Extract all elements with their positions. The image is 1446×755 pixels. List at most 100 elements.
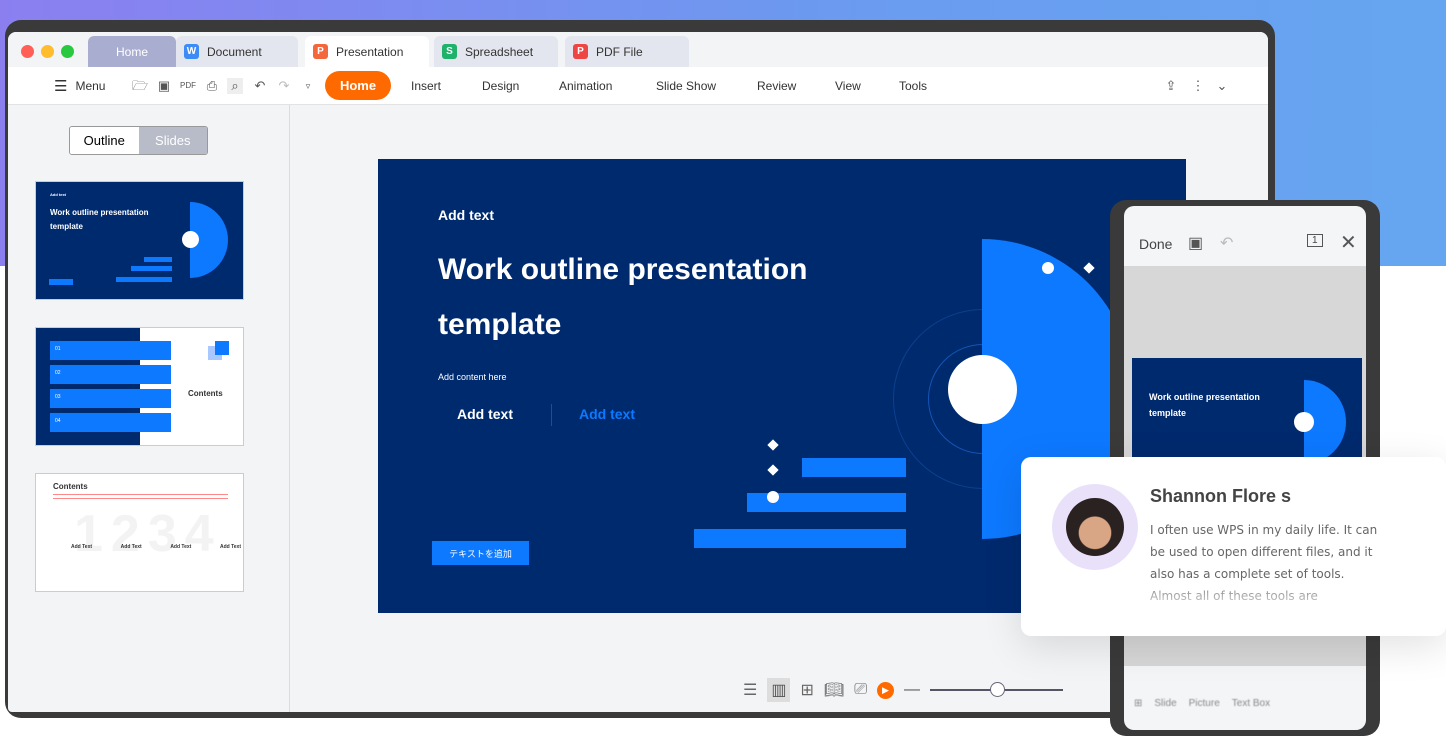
zoom-out-icon[interactable]: —: [904, 681, 920, 699]
status-bar: ☰ ▥ ⊞ 📖︎ ⎚ ▶ —: [743, 675, 1063, 705]
normal-view-icon[interactable]: ▥: [767, 678, 791, 702]
page-count-icon[interactable]: 1: [1307, 234, 1323, 247]
slide-title-line-1[interactable]: Work outline presentation: [438, 253, 807, 287]
thumb-row: 01: [50, 341, 171, 360]
thumb-item: Add Text: [120, 544, 142, 550]
zoom-slider-knob[interactable]: [989, 682, 1005, 697]
diamond: [767, 439, 779, 451]
more-dropdown-icon[interactable]: ▿: [300, 78, 316, 94]
done-button[interactable]: Done: [1139, 236, 1172, 252]
tab-label: Home: [115, 44, 148, 59]
text-box-tool[interactable]: Text Box: [1232, 698, 1270, 709]
reviewer-name: Shannon Flore s: [1150, 486, 1292, 506]
ribbon-tab-insert[interactable]: Insert: [411, 67, 441, 105]
collapse-ribbon-icon[interactable]: ⌄: [1214, 78, 1230, 94]
thumb-items: Add Text Add Text Add Text Add Text: [71, 544, 241, 550]
review-text: I often use WPS in my daily life. It can…: [1150, 523, 1378, 603]
thumb-bar: [131, 266, 172, 271]
redo-icon[interactable]: ↷: [276, 78, 292, 94]
menu-button[interactable]: ☰ Menu: [54, 67, 105, 105]
thumb-title-line: Work outline presentation: [50, 208, 149, 217]
bar: [802, 458, 906, 477]
slide-thumbnail-3[interactable]: Contents 1234 Add Text Add Text Add Text Ad…: [35, 473, 244, 592]
outline-tab[interactable]: Outline: [70, 127, 139, 154]
avatar: [1052, 484, 1138, 570]
tab-pdf[interactable]: P PDF File: [565, 36, 689, 67]
close-window-button[interactable]: [21, 45, 34, 58]
slide-button[interactable]: テキストを追加: [432, 541, 529, 565]
print-preview-icon[interactable]: ⌕: [227, 78, 243, 94]
slides-panel: Outline Slides Add text Work outline pre…: [8, 105, 290, 712]
phone-title-line: template: [1149, 408, 1187, 418]
undo-icon[interactable]: ↶: [1220, 233, 1233, 253]
thumb-row: 02: [50, 365, 171, 384]
open-folder-icon[interactable]: 🗁: [132, 78, 148, 94]
tab-home[interactable]: Home: [88, 36, 176, 67]
slide-title-line-2[interactable]: template: [438, 308, 561, 342]
thumb-kicker: Add text: [50, 192, 66, 197]
minimize-window-button[interactable]: [41, 45, 54, 58]
review-card: Shannon Flore s I often use WPS in my da…: [1021, 457, 1446, 636]
thumb-item: Add Text: [71, 544, 93, 550]
presentation-icon: P: [313, 44, 328, 59]
slide-thumbnail-2[interactable]: 01 02 03 04 Contents: [35, 327, 244, 446]
dot: [1042, 262, 1054, 274]
thumb-row: 04: [50, 413, 171, 432]
tab-presentation[interactable]: P Presentation: [305, 36, 429, 67]
thumb-bar: [144, 257, 172, 262]
slide-addtext-1[interactable]: Add text: [457, 406, 513, 422]
thumb-row: 03: [50, 389, 171, 408]
writer-icon: W: [184, 44, 199, 59]
slides-tab[interactable]: Slides: [138, 127, 207, 154]
tab-label: Presentation: [336, 44, 404, 59]
diamond: [1083, 262, 1095, 274]
menu-label: Menu: [75, 79, 106, 93]
hamburger-icon: ☰: [54, 78, 68, 95]
tab-label: Spreadsheet: [465, 44, 534, 59]
ribbon-tab-home[interactable]: Home: [325, 71, 391, 100]
thumb-item: Add Text: [219, 544, 241, 550]
export-pdf-icon[interactable]: PDF: [180, 78, 196, 94]
slide-thumbnail-1[interactable]: Add text Work outline presentation templ…: [35, 181, 244, 300]
ribbon-tab-review[interactable]: Review: [757, 67, 796, 105]
picture-tool[interactable]: Picture: [1189, 698, 1220, 709]
slide-sorter-icon[interactable]: ⊞: [800, 680, 813, 700]
ribbon-tab-design[interactable]: Design: [482, 67, 519, 105]
tab-document[interactable]: W Document: [176, 36, 298, 67]
undo-icon[interactable]: ↶: [252, 78, 268, 94]
tab-label: Document: [207, 44, 262, 59]
dot: [767, 491, 779, 503]
thumb-digits: 1234: [74, 505, 222, 563]
share-icon[interactable]: ⇪: [1163, 78, 1179, 94]
more-options-icon[interactable]: ⋮: [1190, 78, 1206, 94]
maximize-window-button[interactable]: [61, 45, 74, 58]
slide-addtext-2[interactable]: Add text: [579, 406, 635, 422]
ribbon-tab-view[interactable]: View: [835, 67, 861, 105]
slide-kicker[interactable]: Add text: [438, 207, 494, 223]
ribbon-tab-tools[interactable]: Tools: [899, 67, 927, 105]
slide-tool[interactable]: Slide: [1154, 698, 1176, 709]
save-icon[interactable]: ▣: [156, 78, 172, 94]
diamond: [767, 464, 779, 476]
ribbon-tab-animation[interactable]: Animation: [559, 67, 612, 105]
play-icon[interactable]: ▶: [877, 681, 894, 699]
phone-circle: [1294, 412, 1314, 432]
notes-icon[interactable]: ☰: [743, 680, 757, 700]
close-icon[interactable]: ✕: [1340, 230, 1357, 255]
print-icon[interactable]: ⎙: [204, 78, 220, 94]
slide-content[interactable]: Add content here: [438, 372, 507, 382]
ribbon-tab-slide-show[interactable]: Slide Show: [656, 67, 716, 105]
thumb-red-text: [53, 494, 228, 499]
thumb-title: Work outline presentation template: [50, 206, 170, 234]
save-icon[interactable]: ▣: [1188, 233, 1203, 253]
white-circle: [948, 355, 1017, 424]
pdf-icon: P: [573, 44, 588, 59]
thumb-bar: [116, 277, 172, 282]
reading-view-icon[interactable]: 📖︎: [824, 680, 844, 700]
phone-title-line: Work outline presentation: [1149, 392, 1260, 402]
thumb-item: Add Text: [170, 544, 192, 550]
tab-spreadsheet[interactable]: S Spreadsheet: [434, 36, 558, 67]
zoom-slider[interactable]: [930, 682, 1063, 697]
grid-icon[interactable]: ⊞: [1134, 698, 1142, 709]
record-icon[interactable]: ⎚: [854, 681, 867, 699]
